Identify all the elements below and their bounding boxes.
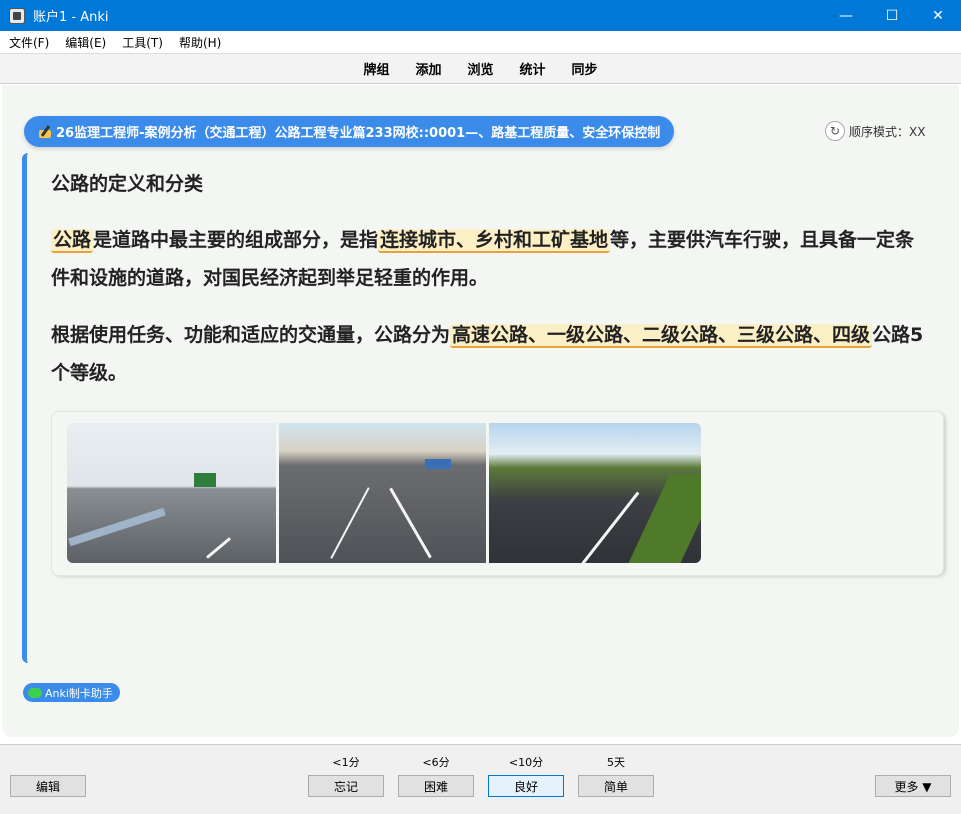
menu-file[interactable]: 文件(F) — [0, 34, 56, 51]
toolbar-sync[interactable]: 同步 — [559, 59, 611, 78]
deck-path-badge: 26监理工程师-案例分析（交通工程）公路工程专业篇233网校::0001—、路基… — [24, 116, 675, 147]
definition-paragraph: 公路 是道路中最主要的组成部分，是指 连接城市、乡村和工矿基地 等，主要供汽车行驶，且… — [51, 221, 931, 297]
pencil-icon — [38, 125, 54, 139]
toolbar-add[interactable]: 添加 — [402, 59, 454, 78]
interval-easy: 5天 — [607, 756, 625, 769]
answer-bar: 编辑 <1分 <6分 <10分 5天 忘记 困难 良好 简单 更多 ▼ — [0, 744, 961, 814]
paragraph-text: 根据使用任务、功能和适应的交通量，公路分为 — [51, 324, 451, 346]
card-assistant-badge[interactable]: Anki制卡助手 — [23, 683, 120, 702]
more-button[interactable]: 更多 ▼ — [875, 775, 951, 797]
card-panel: 26监理工程师-案例分析（交通工程）公路工程专业篇233网校::0001—、路基… — [2, 85, 959, 737]
highlight-term: 高速公路、一级公路、二级公路、三级公路、四级 — [450, 324, 873, 348]
rural-road-photo — [489, 423, 701, 563]
interval-hard: <6分 — [422, 756, 450, 769]
good-button[interactable]: 良好 — [488, 775, 564, 797]
menu-bar: 文件(F) 编辑(E) 工具(T) 帮助(H) — [0, 31, 961, 53]
anki-app-icon — [9, 7, 25, 24]
close-button[interactable]: ✕ — [915, 0, 961, 31]
hard-button[interactable]: 困难 — [398, 775, 474, 797]
window-controls: — ☐ ✕ — [823, 0, 961, 31]
toolbar-browse[interactable]: 浏览 — [454, 59, 506, 78]
classification-paragraph: 根据使用任务、功能和适应的交通量，公路分为 高速公路、一级公路、二级公路、三级公路… — [51, 316, 931, 392]
card-content: 公路的定义和分类 公路 是道路中最主要的组成部分，是指 连接城市、乡村和工矿基地 等，… — [22, 153, 944, 663]
order-mode[interactable]: ↻ 顺序模式：XX — [825, 121, 925, 141]
assistant-label: Anki制卡助手 — [45, 686, 113, 700]
main-toolbar: 牌组 添加 浏览 统计 同步 — [0, 53, 961, 84]
window-title: 账户1 - Anki — [33, 10, 109, 25]
again-button[interactable]: 忘记 — [308, 775, 384, 797]
paragraph-text: 是道路中最主要的组成部分，是指 — [93, 229, 379, 251]
menu-tools[interactable]: 工具(T) — [113, 34, 170, 51]
title-bar: 账户1 - Anki — ☐ ✕ — [0, 0, 961, 31]
road-image-gallery — [51, 411, 944, 576]
interval-again: <1分 — [332, 756, 360, 769]
card-heading: 公路的定义和分类 — [51, 173, 204, 195]
highlight-term: 连接城市、乡村和工矿基地 — [378, 229, 611, 253]
wechat-icon — [28, 687, 42, 698]
menu-help[interactable]: 帮助(H) — [170, 34, 228, 51]
menu-edit[interactable]: 编辑(E) — [56, 34, 113, 51]
toolbar-stats[interactable]: 统计 — [507, 59, 559, 78]
minimize-button[interactable]: — — [823, 0, 869, 31]
interval-good: <10分 — [508, 756, 544, 769]
maximize-button[interactable]: ☐ — [869, 0, 915, 31]
toolbar-decks[interactable]: 牌组 — [350, 59, 402, 78]
highlight-term: 公路 — [51, 229, 94, 253]
edit-button[interactable]: 编辑 — [10, 775, 86, 797]
refresh-icon[interactable]: ↻ — [825, 121, 845, 141]
highway-photo — [67, 423, 276, 563]
easy-button[interactable]: 简单 — [578, 775, 654, 797]
reviewer-area: 26监理工程师-案例分析（交通工程）公路工程专业篇233网校::0001—、路基… — [0, 85, 961, 744]
first-class-road-photo — [279, 423, 486, 563]
deck-path-text: 26监理工程师-案例分析（交通工程）公路工程专业篇233网校::0001—、路基… — [56, 126, 661, 141]
order-mode-label: 顺序模式：XX — [849, 124, 926, 139]
